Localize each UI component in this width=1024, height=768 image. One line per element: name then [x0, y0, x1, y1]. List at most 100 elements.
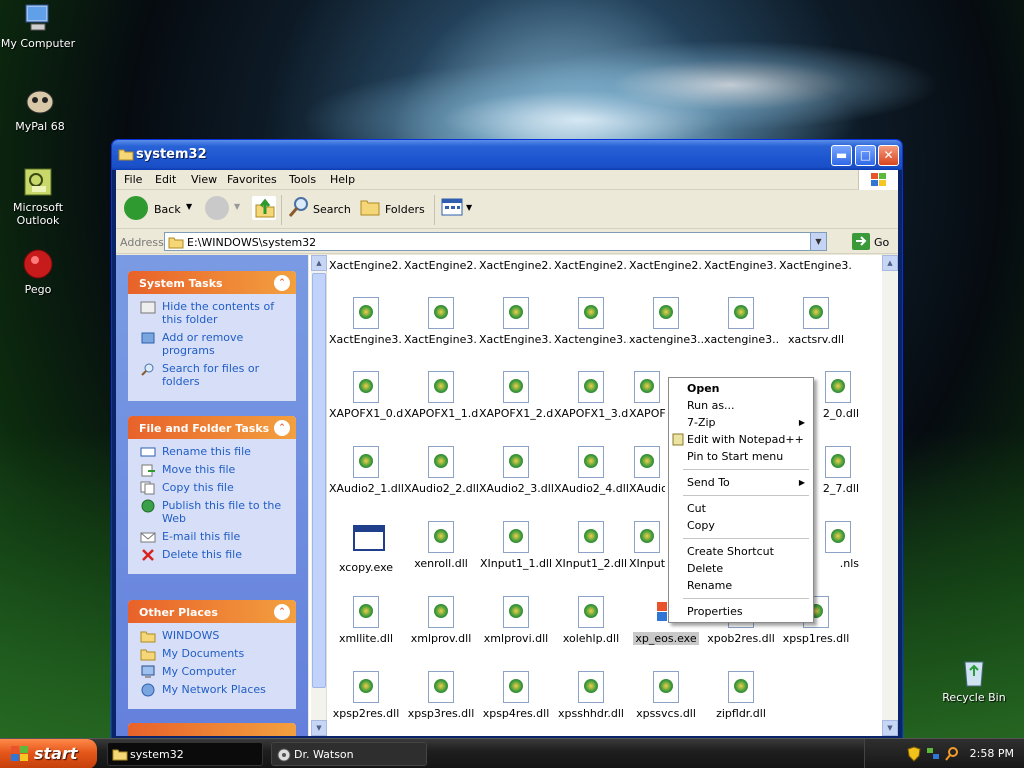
- taskbar-item-dr-watson[interactable]: Dr. Watson: [271, 742, 427, 766]
- collapse-chevron-icon[interactable]: ⌃: [274, 420, 290, 436]
- clock[interactable]: 2:58 PM: [970, 747, 1014, 760]
- file-item[interactable]: xmlprov.dll: [404, 596, 478, 645]
- file-item[interactable]: XAudio2_3.dll: [479, 446, 553, 495]
- vertical-scrollbar[interactable]: ▲ ▼: [882, 255, 898, 736]
- scroll-thumb[interactable]: [312, 273, 326, 688]
- file-item[interactable]: xenroll.dll: [404, 521, 478, 570]
- file-item[interactable]: zipfldr.dll: [704, 671, 778, 720]
- task-add-remove-programs[interactable]: Add or remove programs: [140, 331, 288, 357]
- file-item[interactable]: xolehlp.dll: [554, 596, 628, 645]
- file-item[interactable]: XInput1: [629, 521, 665, 570]
- file-item[interactable]: xpsp3res.dll: [404, 671, 478, 720]
- place-my-computer[interactable]: My Computer: [140, 665, 288, 678]
- ctx-run-as[interactable]: Run as...: [669, 397, 813, 414]
- file-item[interactable]: xmlprovi.dll: [479, 596, 553, 645]
- search-button-label[interactable]: Search: [313, 203, 351, 216]
- search-icon[interactable]: [944, 746, 960, 765]
- file-item[interactable]: xactsrv.dll: [779, 297, 853, 346]
- desktop-icon-pego[interactable]: Pego: [0, 248, 76, 296]
- scroll-down-icon[interactable]: ▼: [882, 720, 898, 736]
- file-item[interactable]: xpsp2res.dll: [329, 671, 403, 720]
- address-input[interactable]: E:\WINDOWS\system32 ▼: [164, 232, 827, 251]
- file-item[interactable]: xactengine3...: [629, 297, 703, 346]
- task-search-files[interactable]: Search for files or folders: [140, 362, 288, 388]
- file-item[interactable]: xactengine3...: [704, 297, 778, 346]
- left-splitter-scrollbar[interactable]: ▲ ▼: [311, 255, 327, 736]
- menu-edit[interactable]: Edit: [155, 173, 176, 186]
- file-item[interactable]: XAPOFX1_2.dll: [479, 371, 553, 420]
- menu-favorites[interactable]: Favorites: [227, 173, 277, 186]
- go-button-label[interactable]: Go: [874, 236, 889, 249]
- start-button[interactable]: start: [0, 739, 97, 768]
- task-move[interactable]: Move this file: [140, 463, 288, 477]
- forward-arrow-icon[interactable]: [205, 196, 229, 220]
- desktop-icon-my-computer[interactable]: My Computer: [0, 2, 76, 50]
- file-item[interactable]: xcopy.exe: [329, 521, 403, 574]
- collapse-chevron-icon[interactable]: ⌃: [274, 604, 290, 620]
- file-item[interactable]: XactEngine3...: [779, 259, 853, 272]
- file-item[interactable]: XAudio2_2.dll: [404, 446, 478, 495]
- back-arrow-icon[interactable]: [124, 196, 148, 220]
- maximize-button[interactable]: □: [855, 145, 876, 166]
- window-titlebar[interactable]: system32 ▬ □ ✕: [112, 140, 902, 170]
- file-item[interactable]: XactEngine3...: [704, 259, 778, 272]
- collapse-chevron-icon[interactable]: ⌃: [274, 275, 290, 291]
- ctx-copy[interactable]: Copy: [669, 517, 813, 534]
- file-item[interactable]: XAudio2_4.dll: [554, 446, 628, 495]
- task-publish-web[interactable]: Publish this file to the Web: [140, 499, 288, 525]
- file-item[interactable]: XAPOFX1_0.dll: [329, 371, 403, 420]
- ctx-delete[interactable]: Delete: [669, 560, 813, 577]
- ctx-properties[interactable]: Properties: [669, 603, 813, 620]
- menu-view[interactable]: View: [191, 173, 217, 186]
- file-item[interactable]: XactEngine3...: [404, 297, 478, 346]
- task-hide-contents[interactable]: Hide the contents of this folder: [140, 300, 288, 326]
- file-item[interactable]: XAPOFX: [629, 371, 665, 420]
- network-icon[interactable]: [925, 746, 941, 765]
- ctx-open[interactable]: Open: [669, 380, 813, 397]
- go-arrow-icon[interactable]: [852, 233, 870, 250]
- file-item[interactable]: XAudio2: [629, 446, 665, 495]
- file-item[interactable]: xpssvcs.dll: [629, 671, 703, 720]
- ctx-7zip[interactable]: 7-Zip ▶: [669, 414, 813, 431]
- folders-button-label[interactable]: Folders: [385, 203, 425, 216]
- place-my-documents[interactable]: My Documents: [140, 647, 288, 661]
- menu-help[interactable]: Help: [330, 173, 355, 186]
- details-header[interactable]: [128, 723, 296, 736]
- desktop-icon-outlook[interactable]: Microsoft Outlook: [0, 166, 76, 227]
- address-dropdown-icon[interactable]: ▼: [810, 233, 826, 250]
- file-item[interactable]: XAudio2_1.dll: [329, 446, 403, 495]
- menu-file[interactable]: File: [124, 173, 142, 186]
- scroll-down-icon[interactable]: ▼: [311, 720, 327, 736]
- file-item[interactable]: XAPOFX1_1.dll: [404, 371, 478, 420]
- ctx-cut[interactable]: Cut: [669, 500, 813, 517]
- scroll-up-icon[interactable]: ▲: [311, 255, 327, 271]
- file-item[interactable]: xmllite.dll: [329, 596, 403, 645]
- task-rename[interactable]: Rename this file: [140, 445, 288, 458]
- file-item[interactable]: XactEngine2...: [329, 259, 403, 272]
- task-email[interactable]: E-mail this file: [140, 530, 288, 543]
- up-folder-icon[interactable]: [252, 196, 276, 220]
- ctx-create-shortcut[interactable]: Create Shortcut: [669, 543, 813, 560]
- file-tasks-header[interactable]: File and Folder Tasks ⌃: [128, 416, 296, 439]
- views-dropdown-icon[interactable]: ▼: [466, 203, 472, 212]
- system-tasks-header[interactable]: System Tasks ⌃: [128, 271, 296, 294]
- menu-tools[interactable]: Tools: [289, 173, 316, 186]
- file-item[interactable]: XactEngine2...: [629, 259, 703, 272]
- file-item[interactable]: XInput1_1.dll: [479, 521, 553, 570]
- file-item[interactable]: XactEngine2...: [404, 259, 478, 272]
- file-item[interactable]: XAPOFX1_3.dll: [554, 371, 628, 420]
- ctx-pin-start[interactable]: Pin to Start menu: [669, 448, 813, 465]
- task-delete[interactable]: Delete this file: [140, 548, 288, 561]
- ctx-send-to[interactable]: Send To ▶: [669, 474, 813, 491]
- back-button-label[interactable]: Back: [154, 203, 181, 216]
- search-icon[interactable]: [287, 195, 311, 222]
- file-item[interactable]: XactEngine3...: [479, 297, 553, 346]
- folders-icon[interactable]: [359, 196, 383, 221]
- ctx-rename[interactable]: Rename: [669, 577, 813, 594]
- ctx-edit-notepadpp[interactable]: Edit with Notepad++: [669, 431, 813, 448]
- file-item[interactable]: XactEngine2...: [479, 259, 553, 272]
- task-copy[interactable]: Copy this file: [140, 481, 288, 495]
- security-shield-icon[interactable]: [907, 746, 921, 765]
- file-item[interactable]: XactEngine3...: [329, 297, 403, 346]
- views-icon[interactable]: [440, 196, 464, 221]
